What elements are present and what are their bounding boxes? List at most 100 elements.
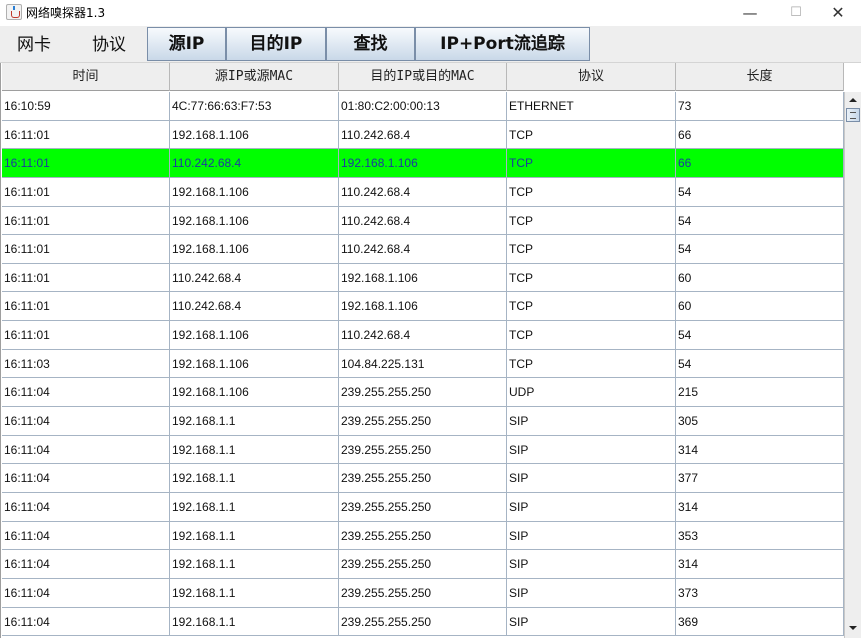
column-header-destination[interactable]: 目的IP或目的MAC (339, 63, 507, 91)
table-body: 16:10:59 4C:77:66:63:F7:53 01:80:C2:00:00:… (2, 92, 844, 638)
cell-time: 16:11:01 (2, 149, 170, 177)
maximize-button[interactable]: ☐ (773, 0, 819, 26)
cell-source: 192.168.1.106 (170, 378, 339, 407)
cell-time: 16:11:04 (2, 578, 170, 607)
cell-destination: 192.168.1.106 (339, 292, 507, 321)
packet-table: 时间 源IP或源MAC 目的IP或目的MAC 协议 长度 16:10:59 4C:… (0, 63, 861, 638)
cell-protocol: ETHERNET (507, 92, 676, 120)
vertical-scrollbar[interactable] (844, 92, 861, 638)
cell-length: 377 (676, 464, 844, 492)
title-bar: 网络嗅探器1.3 — ☐ ✕ (0, 0, 861, 26)
cell-length: 54 (676, 321, 844, 349)
menu-bar: 网卡 协议 源IP 目的IP 查找 IP+Port流追踪 (0, 26, 861, 63)
cell-protocol: TCP (507, 235, 676, 263)
cell-destination: 104.84.225.131 (339, 349, 507, 378)
cell-protocol: TCP (507, 149, 676, 177)
cell-protocol: TCP (507, 292, 676, 321)
cell-destination: 239.255.255.250 (339, 378, 507, 407)
cell-destination: 110.242.68.4 (339, 321, 507, 349)
cell-length: 215 (676, 378, 844, 407)
table-row[interactable]: 16:11:04 192.168.1.1 239.255.255.250 SIP 314 (2, 435, 844, 465)
cell-time: 16:11:04 (2, 607, 170, 636)
cell-length: 66 (676, 120, 844, 149)
cell-destination: 239.255.255.250 (339, 435, 507, 464)
cell-source: 192.168.1.106 (170, 206, 339, 235)
table-row[interactable]: 16:11:01 192.168.1.106 110.242.68.4 TCP 54 (2, 177, 844, 207)
cell-protocol: SIP (507, 550, 676, 578)
cell-protocol: UDP (507, 378, 676, 407)
table-row-selected[interactable]: 16:11:01 110.242.68.4 192.168.1.106 TCP 66 (2, 149, 844, 178)
cell-time: 16:11:04 (2, 550, 170, 578)
arrow-up-icon[interactable] (845, 92, 861, 108)
arrow-down-icon[interactable] (845, 620, 861, 636)
column-header-protocol[interactable]: 协议 (507, 63, 676, 91)
ip-port-stream-trace-button[interactable]: IP+Port流追踪 (415, 27, 590, 61)
cell-destination: 110.242.68.4 (339, 206, 507, 235)
cell-length: 369 (676, 607, 844, 636)
cell-source: 192.168.1.1 (170, 578, 339, 607)
cell-destination: 239.255.255.250 (339, 407, 507, 435)
column-header-source[interactable]: 源IP或源MAC (170, 63, 339, 91)
cell-source: 192.168.1.106 (170, 349, 339, 378)
cell-source: 192.168.1.1 (170, 550, 339, 578)
table-row[interactable]: 16:11:01 192.168.1.106 110.242.68.4 TCP 66 (2, 120, 844, 150)
table-row[interactable]: 16:11:04 192.168.1.106 239.255.255.250 UDP 2… (2, 378, 844, 408)
table-row[interactable]: 16:10:59 4C:77:66:63:F7:53 01:80:C2:00:00:… (2, 92, 844, 121)
destination-ip-button[interactable]: 目的IP (226, 27, 326, 61)
cell-time: 16:11:04 (2, 464, 170, 492)
cell-destination: 239.255.255.250 (339, 492, 507, 521)
find-button[interactable]: 查找 (326, 27, 415, 61)
cell-time: 16:11:04 (2, 435, 170, 464)
menu-network-card[interactable]: 网卡 (17, 33, 51, 57)
table-row[interactable]: 16:11:01 192.168.1.106 110.242.68.4 TCP 54 (2, 321, 844, 350)
cell-length: 73 (676, 92, 844, 120)
cell-time: 16:11:01 (2, 177, 170, 206)
cell-destination: 01:80:C2:00:00:13 (339, 92, 507, 120)
table-row[interactable]: 16:11:04 192.168.1.1 239.255.255.250 SIP 377 (2, 464, 844, 493)
cell-protocol: SIP (507, 607, 676, 636)
cell-source: 192.168.1.1 (170, 607, 339, 636)
cell-length: 54 (676, 349, 844, 378)
table-row[interactable]: 16:11:04 192.168.1.1 239.255.255.250 SIP 314 (2, 492, 844, 522)
cell-length: 54 (676, 206, 844, 235)
cell-destination: 192.168.1.106 (339, 149, 507, 177)
cell-length: 314 (676, 550, 844, 578)
cell-destination: 110.242.68.4 (339, 120, 507, 149)
table-row[interactable]: 16:11:01 192.168.1.106 110.242.68.4 TCP 54 (2, 206, 844, 236)
cell-length: 353 (676, 521, 844, 550)
cell-protocol: TCP (507, 349, 676, 378)
table-row[interactable]: 16:11:04 192.168.1.1 239.255.255.250 SIP 305 (2, 407, 844, 436)
cell-protocol: TCP (507, 120, 676, 149)
cell-protocol: SIP (507, 521, 676, 550)
close-button[interactable]: ✕ (815, 0, 861, 26)
cell-time: 16:11:01 (2, 321, 170, 349)
cell-time: 16:11:01 (2, 120, 170, 149)
column-header-time[interactable]: 时间 (2, 63, 170, 91)
table-row[interactable]: 16:11:04 192.168.1.1 239.255.255.250 SIP 314 (2, 550, 844, 579)
table-row[interactable]: 16:11:03 192.168.1.106 104.84.225.131 TCP 54 (2, 349, 844, 379)
cell-time: 16:10:59 (2, 92, 170, 120)
cell-source: 192.168.1.1 (170, 435, 339, 464)
scroll-thumb[interactable] (846, 108, 860, 122)
cell-source: 4C:77:66:63:F7:53 (170, 92, 339, 120)
cell-source: 192.168.1.106 (170, 235, 339, 263)
cell-length: 305 (676, 407, 844, 435)
cell-protocol: SIP (507, 492, 676, 521)
minimize-button[interactable]: — (727, 0, 773, 26)
source-ip-button[interactable]: 源IP (147, 27, 226, 61)
cell-protocol: TCP (507, 263, 676, 292)
cell-destination: 239.255.255.250 (339, 550, 507, 578)
table-row[interactable]: 16:11:04 192.168.1.1 239.255.255.250 SIP 353 (2, 521, 844, 551)
cell-source: 192.168.1.106 (170, 120, 339, 149)
cell-destination: 239.255.255.250 (339, 464, 507, 492)
table-row[interactable]: 16:11:04 192.168.1.1 239.255.255.250 SIP 369 (2, 607, 844, 637)
table-row[interactable]: 16:11:01 110.242.68.4 192.168.1.106 TCP 60 (2, 292, 844, 322)
table-row[interactable]: 16:11:01 192.168.1.106 110.242.68.4 TCP 54 (2, 235, 844, 264)
window-title: 网络嗅探器1.3 (26, 6, 106, 20)
table-row[interactable]: 16:11:01 110.242.68.4 192.168.1.106 TCP 60 (2, 263, 844, 293)
menu-protocol[interactable]: 协议 (92, 33, 126, 57)
table-row[interactable]: 16:11:04 192.168.1.1 239.255.255.250 SIP 373 (2, 578, 844, 608)
column-header-length[interactable]: 长度 (676, 63, 844, 91)
cell-length: 60 (676, 263, 844, 292)
cell-length: 60 (676, 292, 844, 321)
